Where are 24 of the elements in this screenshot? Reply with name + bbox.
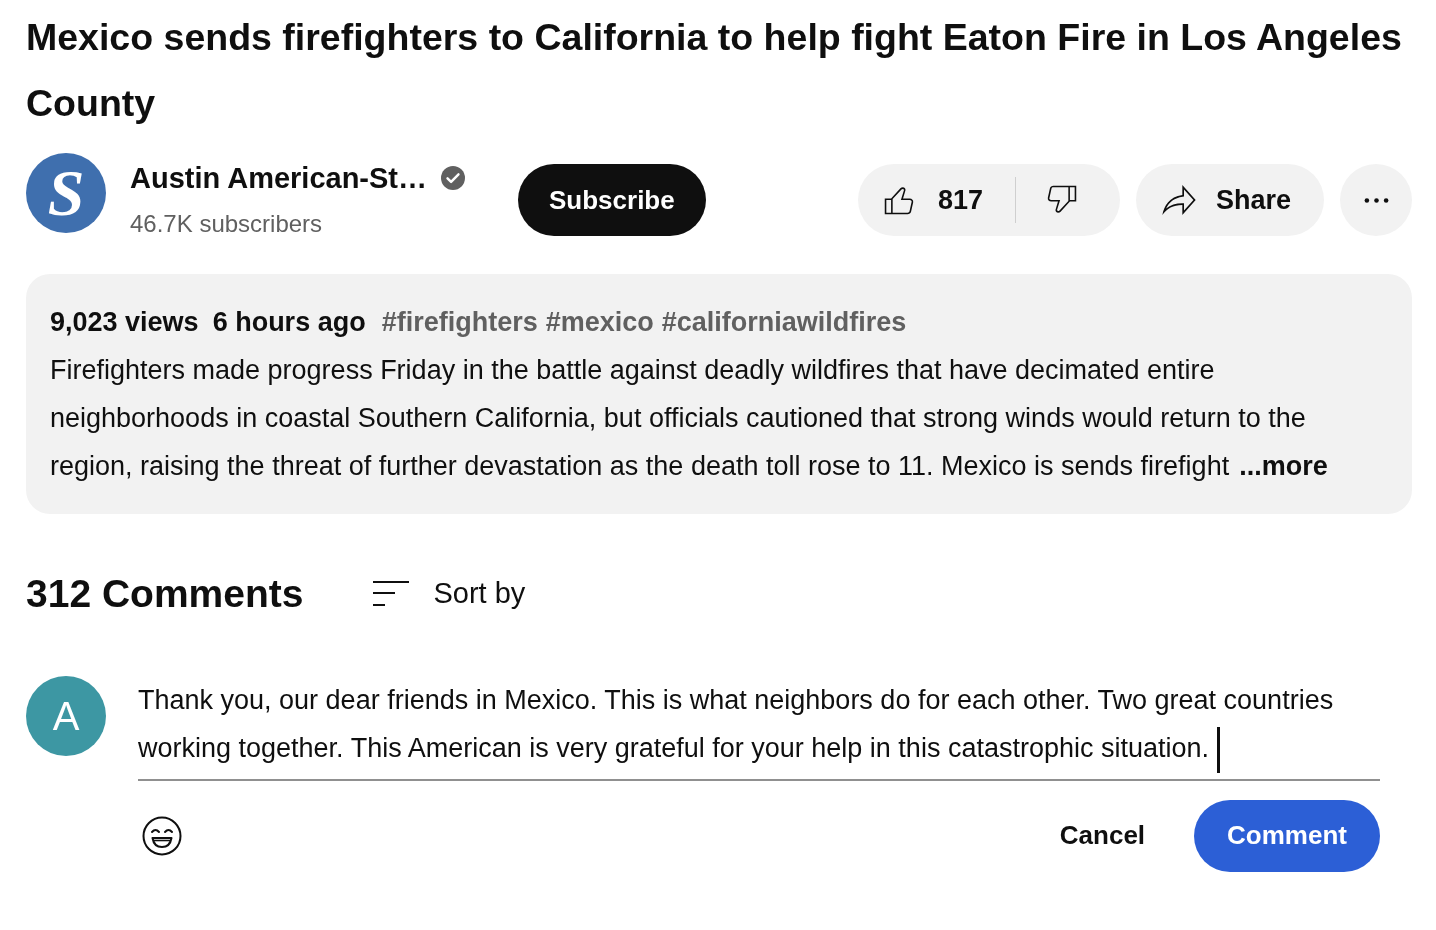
channel-avatar[interactable]: S: [26, 153, 106, 233]
smiley-face-icon: [142, 815, 182, 856]
view-count: 9,023 views: [50, 306, 199, 339]
user-avatar: A: [26, 676, 106, 756]
more-link[interactable]: ...more: [1239, 451, 1328, 481]
comment-submit-button[interactable]: Comment: [1194, 799, 1380, 872]
emoji-button[interactable]: [142, 815, 182, 856]
subscribe-button[interactable]: Subscribe: [518, 164, 706, 236]
upload-age: 6 hours ago: [212, 306, 366, 339]
share-button[interactable]: Share: [1135, 164, 1324, 236]
sort-button[interactable]: Sort by: [373, 572, 526, 616]
like-button[interactable]: 817: [857, 164, 1015, 236]
sort-lines-icon: [373, 581, 410, 607]
subscriber-count: 46.7K subscribers: [130, 209, 324, 239]
hashtag-link[interactable]: #mexico: [545, 298, 654, 346]
comment-input-field[interactable]: Thank you, our dear friends in Mexico. This is what neighbors do for each other. Two great countries working together. This American is very grateful for your help in this catastrophic situation.: [138, 676, 1380, 781]
hashtag-link[interactable]: #californiawildfires: [661, 298, 907, 346]
cancel-button[interactable]: Cancel: [1039, 799, 1166, 872]
description-text: Firefighters made progress Friday in the battle against deadly wildfires that have decimated entire neighborhoods in coastal Southern California, but officials cautioned that strong winds would return to the region, raising the threat of further devastation as the death toll rose to 11. Mexico is sends firefight ...more: [50, 354, 1329, 483]
hashtag-link[interactable]: #firefighters: [381, 298, 538, 346]
comment-count: 312 Comments: [26, 570, 304, 617]
video-title: Mexico sends firefighters to California to help fight Eaton Fire in Los Angeles County: [26, 15, 1403, 126]
dislike-button[interactable]: [1014, 164, 1120, 236]
channel-name[interactable]: Austin American-St…: [130, 160, 428, 196]
